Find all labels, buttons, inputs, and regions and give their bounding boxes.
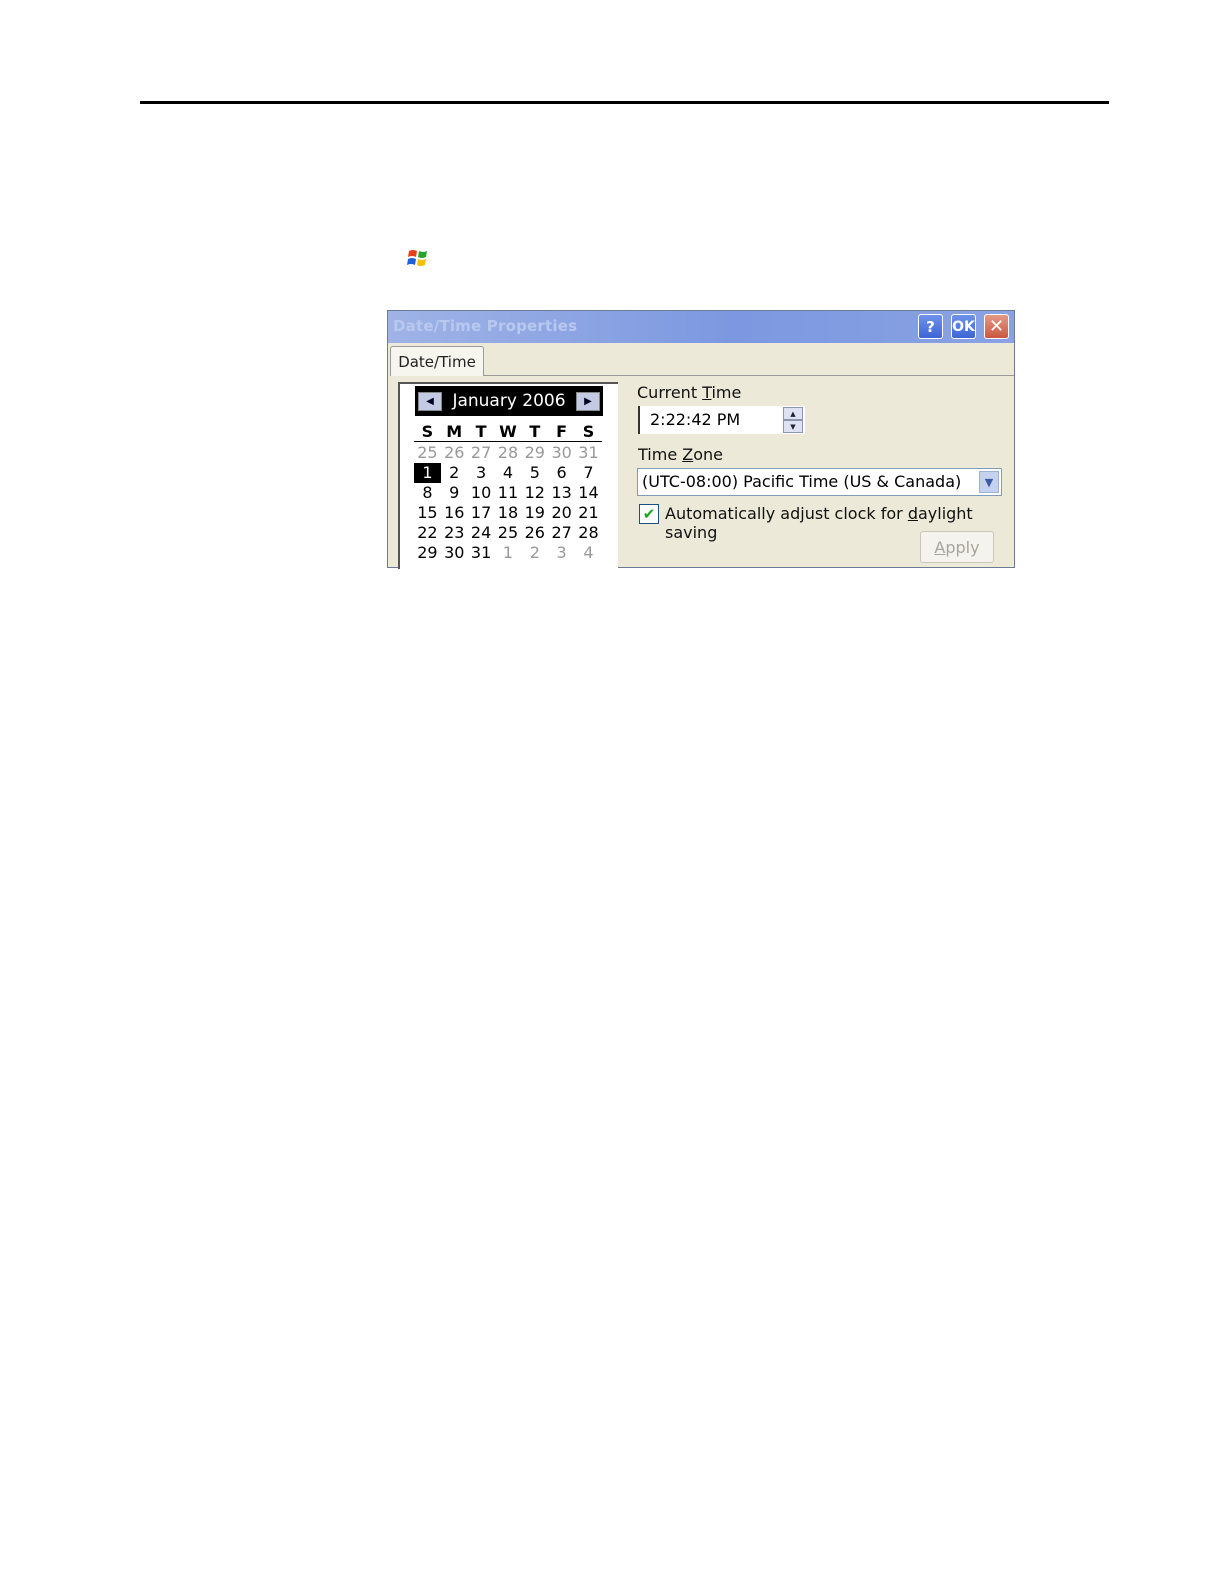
calendar-day[interactable]: 18 <box>495 503 522 523</box>
calendar-day[interactable]: 1 <box>495 543 522 563</box>
calendar-day[interactable]: 23 <box>441 523 468 543</box>
dialog-title: Date/Time Properties <box>393 317 578 335</box>
calendar-day[interactable]: 4 <box>495 463 522 483</box>
calendar-day[interactable]: 28 <box>495 443 522 463</box>
calendar-day[interactable]: 5 <box>521 463 548 483</box>
help-button[interactable]: ? <box>918 314 943 339</box>
time-zone-label-text: Time <box>638 445 683 464</box>
calendar-day[interactable]: 13 <box>548 483 575 503</box>
calendar-day[interactable]: 21 <box>575 503 602 523</box>
close-button[interactable]: ✕ <box>984 314 1009 339</box>
calendar-day[interactable]: 17 <box>468 503 495 523</box>
datetime-properties-dialog: Date/Time Properties ? OK ✕ Date/Time ◀ … <box>387 310 1015 569</box>
tab-divider <box>484 375 1014 376</box>
ok-button[interactable]: OK <box>951 314 976 339</box>
weekday-label: F <box>556 421 568 441</box>
calendar-week-row: 29 30 31 1 2 3 4 <box>414 543 602 563</box>
weekday-label: S <box>421 421 434 441</box>
calendar-grid: S M T W T F S 25 26 27 28 29 30 31 1 2 3 <box>414 422 602 563</box>
current-time-label: Current Time <box>637 383 741 402</box>
apply-label-accel: A <box>934 537 946 557</box>
calendar-day[interactable]: 31 <box>468 543 495 563</box>
checkmark-icon: ✔ <box>642 505 656 523</box>
time-zone-value: (UTC-08:00) Pacific Time (US & Canada) <box>642 472 962 491</box>
calendar-day[interactable]: 25 <box>495 523 522 543</box>
calendar-day[interactable]: 16 <box>441 503 468 523</box>
weekday-label: T <box>475 421 487 441</box>
calendar-day[interactable]: 3 <box>548 543 575 563</box>
calendar-weekday-row: S M T W T F S <box>414 422 602 442</box>
calendar-day[interactable]: 9 <box>441 483 468 503</box>
prev-month-button[interactable]: ◀ <box>418 392 442 411</box>
calendar-day[interactable]: 30 <box>441 543 468 563</box>
daylight-saving-checkbox[interactable]: ✔ <box>639 504 659 524</box>
chevron-down-icon[interactable]: ▼ <box>979 471 999 493</box>
weekday-label: W <box>499 421 517 441</box>
time-zone-label-text-end: one <box>693 445 723 464</box>
calendar-day[interactable]: 15 <box>414 503 441 523</box>
time-zone-label: Time Zone <box>638 445 723 464</box>
calendar-day[interactable]: 12 <box>521 483 548 503</box>
apply-button[interactable]: Apply <box>920 531 994 563</box>
calendar-day[interactable]: 28 <box>575 523 602 543</box>
calendar-day[interactable]: 26 <box>441 443 468 463</box>
current-time-label-text: Current <box>637 383 703 402</box>
calendar-day[interactable]: 2 <box>441 463 468 483</box>
weekday-label: M <box>446 421 463 441</box>
calendar-day[interactable]: 6 <box>548 463 575 483</box>
weekday-label: T <box>529 421 541 441</box>
time-spinner: ▲ ▼ <box>783 407 803 433</box>
apply-label-text: pply <box>945 537 980 557</box>
daylight-label-text: Automatically adjust clock for <box>665 504 908 523</box>
calendar-week-row: 22 23 24 25 26 27 28 <box>414 523 602 543</box>
page-header-rule <box>140 101 1109 104</box>
weekday-label: S <box>582 421 595 441</box>
calendar-week-row: 25 26 27 28 29 30 31 <box>414 443 602 463</box>
calendar-day[interactable]: 26 <box>521 523 548 543</box>
calendar-day[interactable]: 25 <box>414 443 441 463</box>
current-time-value: 2:22:42 PM <box>650 410 741 429</box>
calendar-day[interactable]: 14 <box>575 483 602 503</box>
calendar-day[interactable]: 27 <box>548 523 575 543</box>
calendar-week-row: 15 16 17 18 19 20 21 <box>414 503 602 523</box>
next-month-button[interactable]: ▶ <box>576 392 600 411</box>
calendar-day[interactable]: 27 <box>468 443 495 463</box>
calendar-month-year: January 2006 <box>452 391 566 411</box>
windows-start-icon <box>406 248 430 270</box>
calendar-day[interactable]: 19 <box>521 503 548 523</box>
current-time-label-text-end: ime <box>711 383 742 402</box>
month-calendar: ◀ January 2006 ▶ S M T W T F S 25 26 27 … <box>398 382 618 569</box>
calendar-day-selected[interactable]: 1 <box>414 463 441 483</box>
tab-date-time[interactable]: Date/Time <box>390 346 484 376</box>
calendar-week-row: 8 9 10 11 12 13 14 <box>414 483 602 503</box>
calendar-day[interactable]: 4 <box>575 543 602 563</box>
calendar-day[interactable]: 24 <box>468 523 495 543</box>
dialog-titlebar[interactable]: Date/Time Properties ? OK ✕ <box>388 311 1014 343</box>
time-zone-label-accel: Z <box>682 445 694 464</box>
calendar-week-row: 1 2 3 4 5 6 7 <box>414 463 602 483</box>
calendar-day[interactable]: 20 <box>548 503 575 523</box>
calendar-day[interactable]: 11 <box>495 483 522 503</box>
calendar-day[interactable]: 31 <box>575 443 602 463</box>
calendar-day[interactable]: 8 <box>414 483 441 503</box>
calendar-day[interactable]: 7 <box>575 463 602 483</box>
calendar-day[interactable]: 29 <box>414 543 441 563</box>
calendar-day[interactable]: 10 <box>468 483 495 503</box>
calendar-day[interactable]: 3 <box>468 463 495 483</box>
calendar-day[interactable]: 29 <box>521 443 548 463</box>
calendar-day[interactable]: 2 <box>521 543 548 563</box>
calendar-day[interactable]: 30 <box>548 443 575 463</box>
time-down-button[interactable]: ▼ <box>783 420 803 433</box>
time-zone-select[interactable]: (UTC-08:00) Pacific Time (US & Canada) ▼ <box>637 468 1002 496</box>
time-up-button[interactable]: ▲ <box>783 407 803 420</box>
calendar-day[interactable]: 22 <box>414 523 441 543</box>
daylight-label-accel: d <box>907 504 918 523</box>
calendar-header: ◀ January 2006 ▶ <box>415 386 603 416</box>
current-time-field[interactable]: 2:22:42 PM ▲ ▼ <box>638 406 805 434</box>
